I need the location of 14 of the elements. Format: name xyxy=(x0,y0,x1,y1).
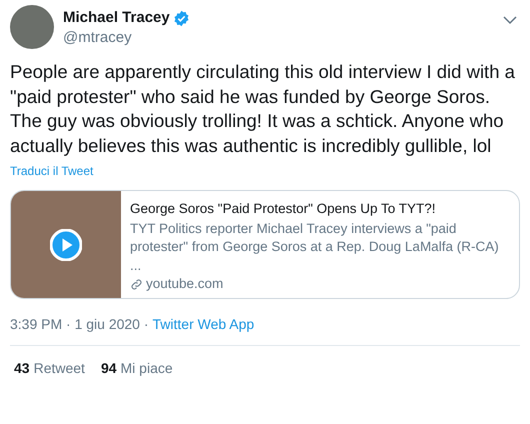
stat-link[interactable]: 94 Mi piace xyxy=(100,358,173,378)
avatar[interactable] xyxy=(10,5,54,49)
author-handle[interactable]: @mtracey xyxy=(63,28,190,48)
card-title: George Soros "Paid Protestor" Opens Up To TYT?! xyxy=(130,200,436,218)
card-description: TYT Politics reporter Michael Tracey interviews a "paid protester" from George Soros at a Rep. Doug LaMalfa (R-CA) ... xyxy=(130,220,500,274)
play-icon[interactable] xyxy=(50,228,82,260)
author-name[interactable]: Michael Tracey xyxy=(63,8,170,28)
link-card[interactable]: George Soros "Paid Protestor" Opens Up To TYT?! TYT Politics reporter Michael Tracey interviews a "paid protester" from George Soros at a Rep. Doug LaMalfa (R-CA) ... youtube.com xyxy=(10,190,520,299)
card-domain: youtube.com xyxy=(146,275,224,293)
tweet-text: People are apparently circulating this old interview I did with a "paid protester" who said he was funded by George Soros. The guy was obviously trolling! It was a schtick. Anyone who actually believes this was authentic is incredibly gullible, lol xyxy=(10,60,516,158)
link-icon xyxy=(130,278,143,291)
timestamp: 3:39 PM · 1 giu 2020 · xyxy=(10,315,149,334)
chevron-down-icon[interactable] xyxy=(503,16,517,25)
stat-link[interactable]: 43 Retweet xyxy=(14,358,85,378)
